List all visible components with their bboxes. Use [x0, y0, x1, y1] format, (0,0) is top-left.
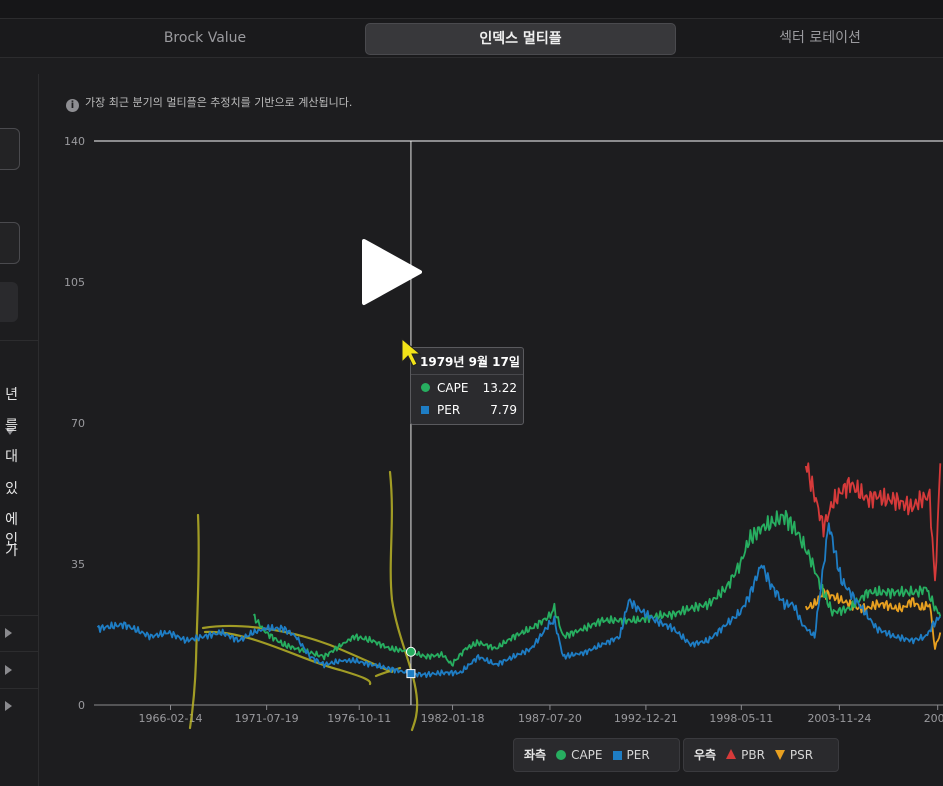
legend-right-axis: 우측 PBR PSR [683, 738, 839, 772]
per-square-icon [421, 406, 429, 414]
legend-item-label: PBR [741, 748, 765, 762]
tooltip-date: 1979년 9월 17일 [420, 355, 520, 369]
x-axis-ticks: 1966-02-14 1971-07-19 1976-10-11 1982-01-18… [139, 705, 943, 725]
tooltip-series-value: 7.79 [490, 403, 517, 417]
cape-dot-icon [421, 383, 430, 392]
y-tick-label: 35 [71, 558, 85, 571]
y-tick-label: 140 [64, 135, 85, 148]
per-square-icon [612, 751, 622, 760]
legend-item-pbr[interactable]: PBR [726, 748, 765, 762]
chart-tooltip: 1979년 9월 17일 CAPE 13.22 PER 7.79 [410, 347, 524, 425]
tooltip-row-cape: CAPE 13.22 [421, 381, 517, 395]
legend-right-label: 우측 [694, 748, 717, 762]
x-tick-label: 2009 [924, 712, 943, 725]
x-tick-label: 1992-12-21 [614, 712, 678, 725]
x-tick-label: 1998-05-11 [709, 712, 773, 725]
legend-item-label: PER [626, 748, 650, 762]
x-tick-label: 1976-10-11 [327, 712, 391, 725]
mouse-cursor-icon [401, 338, 422, 367]
series-line-cape [252, 509, 942, 667]
y-axis-ticks: 0 35 70 105 140 [64, 135, 85, 712]
tooltip-series-value: 13.22 [482, 381, 517, 395]
play-icon[interactable] [360, 237, 422, 307]
tooltip-series-name: PER [437, 403, 461, 417]
pbr-triangle-up-icon [726, 749, 737, 759]
tooltip-divider [411, 374, 523, 375]
hand-drawn-annotation [188, 470, 419, 732]
y-tick-label: 0 [78, 699, 85, 712]
legend-item-psr[interactable]: PSR [774, 748, 814, 762]
legend-item-per[interactable]: PER [612, 748, 650, 762]
legend-item-label: PSR [789, 748, 814, 762]
x-tick-label: 1971-07-19 [235, 712, 299, 725]
chart-series [96, 462, 942, 679]
legend-left-label: 좌측 [524, 748, 547, 762]
psr-triangle-down-icon [774, 750, 785, 760]
x-tick-label: 1987-07-20 [518, 712, 582, 725]
cape-hover-point [405, 646, 416, 657]
annotation-stroke [203, 630, 372, 686]
series-line-pbr [804, 462, 942, 582]
x-tick-label: 2003-11-24 [807, 712, 871, 725]
x-tick-label: 1982-01-18 [421, 712, 485, 725]
annotation-stroke [388, 470, 419, 732]
cape-dot-icon [556, 750, 567, 760]
legend-left-axis: 좌측 CAPE PER [513, 738, 680, 772]
tooltip-row-per: PER 7.79 [421, 403, 517, 417]
annotation-stroke [188, 513, 200, 730]
y-tick-label: 70 [71, 417, 85, 430]
y-tick-label: 105 [64, 276, 85, 289]
legend-item-label: CAPE [571, 748, 603, 762]
per-hover-point [406, 669, 416, 679]
tooltip-series-name: CAPE [437, 381, 469, 395]
legend-item-cape[interactable]: CAPE [556, 748, 603, 762]
